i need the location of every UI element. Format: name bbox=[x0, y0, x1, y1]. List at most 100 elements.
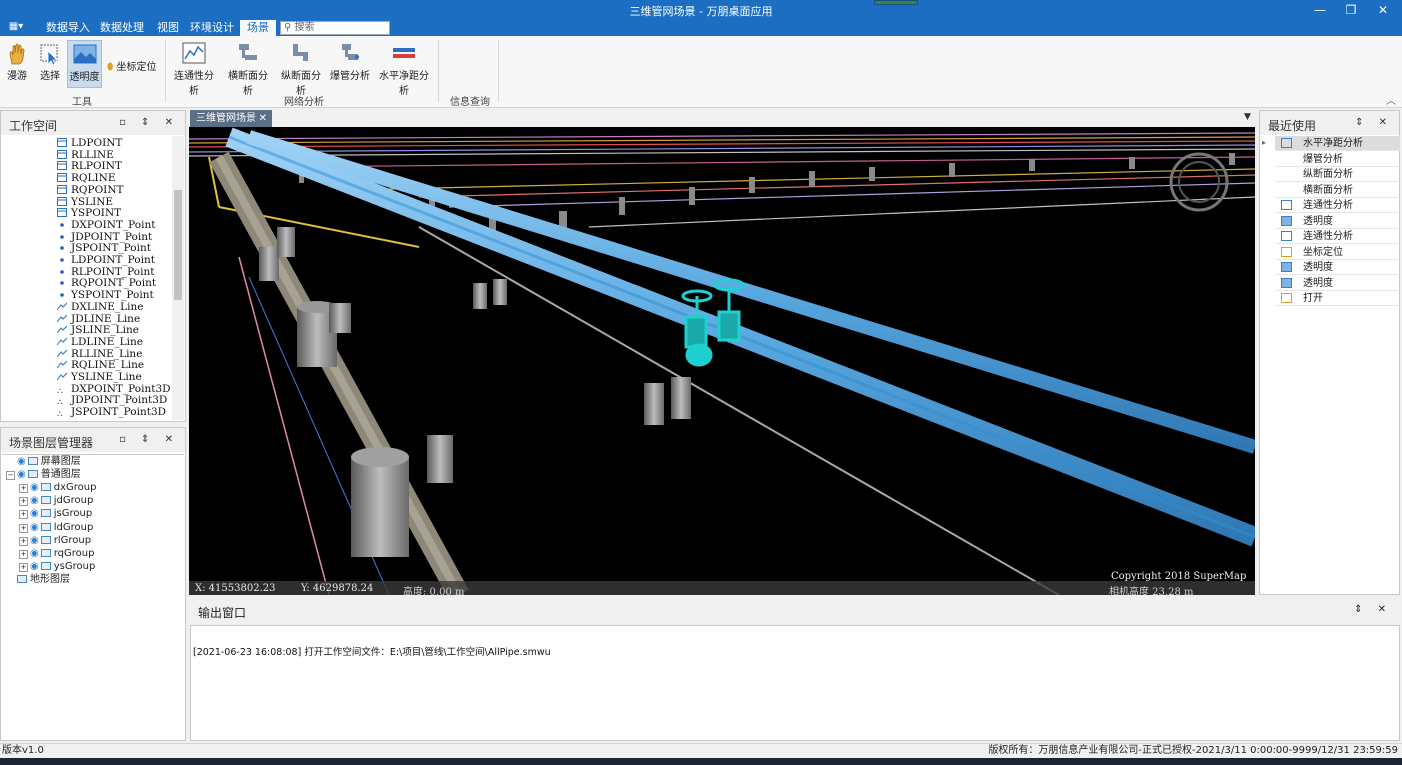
layer-item[interactable]: + ◉ ldGroup bbox=[19, 522, 93, 534]
recent-item[interactable]: 透明度 bbox=[1275, 276, 1400, 291]
locate-button[interactable]: ⬮ 坐标定位 bbox=[107, 58, 156, 73]
visibility-eye-icon[interactable]: ◉ bbox=[17, 469, 26, 480]
tab-dropdown-icon[interactable]: ▼ bbox=[1244, 112, 1251, 122]
minimize-button[interactable]: — bbox=[1310, 2, 1330, 18]
pipe-burst-button[interactable]: 爆管分析 bbox=[330, 40, 370, 88]
visibility-eye-icon[interactable]: ◉ bbox=[30, 508, 39, 519]
visibility-eye-icon[interactable]: ◉ bbox=[30, 561, 39, 572]
panel-buttons[interactable]: ⇕ ✕ bbox=[1354, 604, 1392, 615]
recent-item[interactable]: 纵断面分析 bbox=[1275, 167, 1400, 182]
expand-icon[interactable]: + bbox=[19, 510, 28, 520]
output-window[interactable]: [2021-06-23 16:08:08] 打开工作空间文件：E:\项目\管线\… bbox=[190, 625, 1400, 741]
workspace-item[interactable]: ⛬ JSPOINT_Point3D bbox=[57, 406, 166, 418]
workspace-item[interactable]: RQPOINT bbox=[57, 184, 124, 196]
folder-icon bbox=[40, 483, 51, 492]
visibility-eye-icon[interactable]: ◉ bbox=[30, 535, 39, 546]
close-tab-icon[interactable]: ✕ bbox=[259, 110, 267, 127]
expand-icon[interactable]: + bbox=[19, 549, 28, 559]
recent-item[interactable]: 水平净距分析 bbox=[1275, 136, 1400, 151]
collapse-ribbon-icon[interactable]: ︿ bbox=[1386, 92, 1396, 107]
layer-item[interactable]: + ◉ rlGroup bbox=[19, 535, 91, 547]
workspace-item[interactable]: LDPOINT bbox=[57, 137, 122, 149]
expand-icon[interactable]: + bbox=[19, 536, 28, 546]
roam-button[interactable]: 漫游 bbox=[3, 40, 31, 88]
workspace-item[interactable]: RLPOINT bbox=[57, 160, 122, 172]
transparency-button[interactable]: 透明度 bbox=[67, 40, 102, 88]
tab-environment[interactable]: 环境设计 bbox=[188, 20, 236, 36]
visibility-eye-icon[interactable]: ◉ bbox=[30, 522, 39, 533]
cross-section-button[interactable]: 横断面分析 bbox=[224, 40, 272, 97]
visibility-eye-icon[interactable]: ◉ bbox=[17, 456, 26, 467]
workspace-item[interactable]: JSPOINT_Point bbox=[57, 242, 151, 254]
cross-section-icon bbox=[236, 42, 260, 64]
3d-scene-viewport[interactable]: X: 41553802.23 Y: 4629878.24 高度: 0.00 m … bbox=[189, 127, 1255, 595]
layer-item[interactable]: + ◉ rqGroup bbox=[19, 548, 94, 560]
pipe-burst-icon bbox=[338, 42, 362, 64]
workspace-item[interactable]: RLLINE_Line bbox=[56, 348, 142, 360]
layer-item[interactable]: + ◉ jsGroup bbox=[19, 508, 92, 520]
visibility-eye-icon[interactable]: ◉ bbox=[30, 482, 39, 493]
recent-item[interactable]: 连通性分析 bbox=[1275, 198, 1400, 213]
separator bbox=[498, 40, 499, 102]
longitudinal-section-button[interactable]: 纵断面分析 bbox=[277, 40, 325, 97]
connectivity-analysis-button[interactable]: 连通性分析 bbox=[170, 40, 218, 97]
workspace-item[interactable]: LDLINE_Line bbox=[56, 336, 143, 348]
layer-item[interactable]: + ◉ jdGroup bbox=[19, 495, 93, 507]
workspace-item[interactable]: JDLINE_Line bbox=[56, 313, 140, 325]
tab-3d-scene[interactable]: 三维管网场景 ✕ bbox=[190, 110, 272, 127]
panel-buttons[interactable]: ▫ ⇕ ✕ bbox=[119, 434, 179, 445]
recent-item[interactable]: 连通性分析 bbox=[1275, 229, 1400, 244]
workspace-item[interactable]: JSLINE_Line bbox=[56, 324, 139, 337]
visibility-eye-icon[interactable]: ◉ bbox=[30, 495, 39, 506]
recent-item[interactable]: 坐标定位 bbox=[1275, 245, 1400, 260]
workspace-item[interactable]: RLLINE bbox=[57, 149, 114, 161]
expand-icon[interactable]: + bbox=[19, 497, 28, 507]
app-menu-button[interactable]: ▦▾ bbox=[6, 21, 26, 35]
recent-item[interactable]: 横断面分析 bbox=[1275, 183, 1400, 198]
tab-data-processing[interactable]: 数据处理 bbox=[98, 20, 146, 36]
workspace-item[interactable]: ⛬ JDPOINT_Point3D bbox=[57, 394, 167, 406]
tab-data-import[interactable]: 数据导入 bbox=[44, 20, 92, 36]
expand-icon[interactable]: + bbox=[19, 484, 28, 494]
select-button[interactable]: 选择 bbox=[36, 40, 64, 88]
workspace-scrollbar[interactable] bbox=[172, 136, 184, 420]
workspace-item[interactable]: RLPOINT_Point bbox=[57, 266, 154, 278]
workspace-item[interactable]: YSPOINT_Point bbox=[57, 289, 154, 301]
layer-item[interactable]: − ◉ 普通图层 bbox=[6, 469, 81, 481]
workspace-item[interactable]: YSPOINT bbox=[57, 207, 121, 219]
expand-icon[interactable]: + bbox=[19, 562, 28, 572]
search-input[interactable]: ⚲ 搜索 bbox=[280, 21, 390, 35]
visibility-eye-icon[interactable]: ◉ bbox=[30, 548, 39, 559]
tab-view[interactable]: 视图 bbox=[152, 20, 184, 36]
panel-buttons[interactable]: ▫ ⇕ ✕ bbox=[119, 117, 179, 128]
scrollbar-thumb[interactable] bbox=[174, 190, 182, 300]
recent-item[interactable]: 打开 bbox=[1275, 291, 1400, 306]
expand-icon[interactable]: − bbox=[6, 471, 15, 481]
workspace-item[interactable]: JDPOINT_Point bbox=[57, 231, 152, 243]
recent-item[interactable]: 爆管分析 bbox=[1275, 152, 1400, 167]
tab-scene[interactable]: 场景 bbox=[240, 20, 276, 36]
close-button[interactable]: ✕ bbox=[1373, 2, 1393, 18]
workspace-item[interactable]: YSLINE bbox=[57, 196, 113, 208]
expand-icon[interactable]: + bbox=[19, 523, 28, 533]
workspace-item[interactable]: YSLINE_Line bbox=[56, 371, 142, 383]
recent-item[interactable]: 透明度 bbox=[1275, 260, 1400, 275]
layer-item[interactable]: + ◉ dxGroup bbox=[19, 482, 96, 494]
panel-buttons[interactable]: ⇕ ✕ bbox=[1355, 117, 1393, 128]
y-coordinate: Y: 4629878.24 bbox=[301, 583, 374, 594]
workspace-item[interactable]: DXLINE_Line bbox=[56, 301, 143, 313]
layer-item[interactable]: ◉ 屏幕图层 bbox=[6, 456, 81, 468]
layer-item[interactable]: 地形图层 bbox=[6, 574, 70, 586]
workspace-item[interactable]: ⛬ DXPOINT_Point3D bbox=[57, 383, 171, 395]
recent-item[interactable]: 透明度 bbox=[1275, 214, 1400, 229]
horizontal-distance-button[interactable]: 水平净距分析 bbox=[375, 40, 433, 97]
workspace-item[interactable]: RQLINE_Line bbox=[56, 359, 144, 371]
layer-item[interactable]: + ◉ ysGroup bbox=[19, 561, 95, 573]
output-title: 输出窗口 bbox=[198, 606, 247, 620]
restore-button[interactable]: ❐ bbox=[1341, 2, 1361, 18]
workspace-item[interactable]: DXPOINT_Point bbox=[57, 219, 155, 231]
workspace-item[interactable]: RQPOINT_Point bbox=[57, 277, 156, 289]
workspace-item[interactable]: RQLINE bbox=[57, 172, 116, 184]
workspace-item-label: JSLINE_Line bbox=[71, 324, 139, 337]
workspace-item[interactable]: LDPOINT_Point bbox=[57, 254, 155, 266]
